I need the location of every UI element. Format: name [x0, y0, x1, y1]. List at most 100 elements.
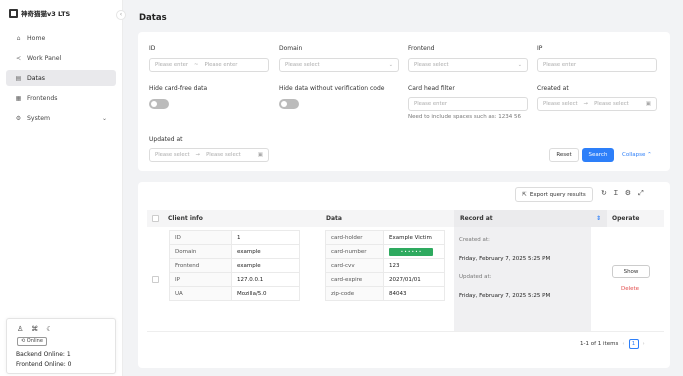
domain-placeholder: Please select [285, 62, 320, 68]
kv-value: 2027/01/01 [383, 272, 445, 287]
kv-key: IP [169, 272, 232, 287]
app-logo[interactable]: 神奇猫猫v3 LTS [9, 8, 70, 18]
row-checkbox[interactable] [152, 276, 159, 283]
collapse-filter-link[interactable]: Collapse ⌃ [622, 152, 652, 158]
sidebar-item-datas[interactable]: ▤ Datas [6, 70, 116, 86]
id-label: ID [149, 45, 156, 52]
kv-value: 84043 [383, 286, 445, 301]
panel-icon: ≺ [15, 54, 22, 62]
domain-select[interactable]: Please select ⌄ [279, 58, 399, 72]
id-end-placeholder: Please enter [204, 62, 238, 68]
page-button[interactable]: 1 [628, 339, 639, 349]
updated-at-caption: Updated at: [459, 274, 492, 280]
hide-card-free-toggle[interactable] [149, 99, 169, 109]
frontend-online-count: Frontend Online: 0 [16, 361, 72, 368]
connection-status-panel: ♙ ⌘ ☾ ⟲ Online Backend Online: 1 Fronten… [6, 318, 116, 374]
column-record-at[interactable]: Record at ⇕ [454, 210, 607, 227]
ip-input[interactable]: Please enter [537, 58, 657, 72]
kv-key: card-expire [325, 272, 384, 287]
select-all-checkbox[interactable] [152, 215, 159, 222]
hide-no-verification-label: Hide data without verification code [279, 85, 385, 92]
hide-no-verification-toggle[interactable] [279, 99, 299, 109]
table-row: ID 1 Domain example Frontend example IP 127.… [147, 227, 664, 332]
home-icon: ⌂ [16, 34, 21, 42]
arrow-right-icon: → [583, 101, 589, 107]
card-head-input[interactable]: Please enter [408, 97, 528, 111]
language-icon[interactable]: ⌘ [31, 325, 38, 333]
ip-placeholder: Please enter [543, 62, 577, 68]
client-info-table: ID 1 Domain example Frontend example IP 127.… [169, 230, 300, 301]
kv-value: 127.0.0.1 [231, 272, 300, 287]
data-table-panel: ⇱ Export query results ↻ Ɪ ⚙ ⤢ Client in… [138, 182, 670, 368]
created-at-label: Created at [537, 85, 569, 92]
ip-label: IP [537, 45, 543, 52]
status-icon-row: ♙ ⌘ ☾ [17, 325, 53, 333]
created-start-placeholder: Please select [543, 101, 578, 107]
next-page-icon[interactable]: › [643, 341, 645, 347]
chevron-down-icon: ⌄ [101, 114, 107, 122]
calendar-icon: ▣ [645, 101, 651, 107]
backend-online-count: Backend Online: 1 [16, 351, 71, 358]
created-at-caption: Created at: [459, 237, 490, 243]
frontend-label: Frontend [408, 45, 435, 52]
page-title: Datas [139, 13, 167, 23]
kv-key: card-cvv [325, 258, 384, 273]
sidebar-item-label: Datas [27, 74, 45, 82]
data-icon: ▤ [15, 74, 22, 82]
search-button[interactable]: Search [582, 148, 614, 162]
app-title: 神奇猫猫v3 LTS [21, 10, 71, 18]
id-range-input[interactable]: Please enter ~ Please enter [149, 58, 269, 72]
theme-icon[interactable]: ☾ [46, 325, 52, 333]
frontend-placeholder: Please select [414, 62, 449, 68]
record-at-cell: Created at: Friday, February 7, 2025 5:2… [454, 227, 591, 331]
density-icon[interactable]: Ɪ [614, 189, 618, 198]
sidebar-item-system[interactable]: ⚙ System ⌄ [6, 110, 116, 126]
user-icon[interactable]: ♙ [17, 325, 23, 333]
export-query-results-button[interactable]: ⇱ Export query results [515, 187, 593, 202]
chevron-down-icon: ⌄ [517, 62, 522, 68]
reset-button[interactable]: Reset [549, 148, 579, 162]
sidebar-item-label: Work Panel [27, 54, 62, 62]
export-icon: ⇱ [522, 191, 527, 198]
sidebar-item-work-panel[interactable]: ≺ Work Panel [6, 50, 116, 66]
main-content: Datas ID Please enter ~ Please enter Dom… [123, 0, 683, 376]
card-head-label: Card head filter [408, 85, 455, 92]
grid-icon: ▦ [15, 94, 22, 102]
column-client-info: Client info [168, 215, 203, 222]
kv-key: UA [169, 286, 232, 301]
settings-icon[interactable]: ⚙ [625, 189, 631, 198]
sidebar-item-home[interactable]: ⌂ Home [6, 30, 116, 46]
sidebar-item-label: System [27, 114, 51, 122]
card-head-placeholder: Please enter [414, 101, 448, 107]
kv-value: example [231, 258, 300, 273]
fullscreen-icon[interactable]: ⤢ [638, 189, 644, 198]
domain-label: Domain [279, 45, 303, 52]
hide-card-free-label: Hide card-free data [149, 85, 208, 92]
sidebar: 神奇猫猫v3 LTS ‹ ⌂ Home ≺ Work Panel ▤ Datas… [0, 0, 126, 376]
updated-at-value: Friday, February 7, 2025 5:25 PM [459, 293, 551, 299]
sidebar-item-frontends[interactable]: ▦ Frontends [6, 90, 116, 106]
column-operate: Operate [612, 215, 640, 222]
table-toolbar: ↻ Ɪ ⚙ ⤢ [601, 189, 644, 198]
kv-value: 123 [383, 258, 445, 273]
created-at-range[interactable]: Please select → Please select ▣ [537, 97, 657, 111]
card-number-masked[interactable]: • • • • • • [389, 247, 433, 256]
chevron-down-icon: ⌄ [388, 62, 393, 68]
range-separator: ~ [194, 62, 199, 68]
table-header: Client info Data Record at ⇕ Operate [147, 210, 664, 227]
kv-key: zip-code [325, 286, 384, 301]
delete-link[interactable]: Delete [621, 286, 639, 292]
card-data-table: card-holder Example Victim card-number • •… [325, 230, 445, 301]
updated-end-placeholder: Please select [206, 152, 241, 158]
export-label: Export query results [529, 191, 586, 198]
kv-key: card-number [325, 244, 384, 259]
frontend-select[interactable]: Please select ⌄ [408, 58, 528, 72]
kv-key: Domain [169, 244, 232, 259]
card-head-hint: Need to include spaces such as: 1234 56 [408, 114, 522, 120]
refresh-icon[interactable]: ↻ [601, 189, 607, 198]
calendar-icon: ▣ [257, 152, 263, 158]
arrow-right-icon: → [195, 152, 201, 158]
prev-page-icon[interactable]: ‹ [622, 341, 624, 347]
show-button[interactable]: Show [612, 265, 650, 278]
updated-at-range[interactable]: Please select → Please select ▣ [149, 148, 269, 162]
